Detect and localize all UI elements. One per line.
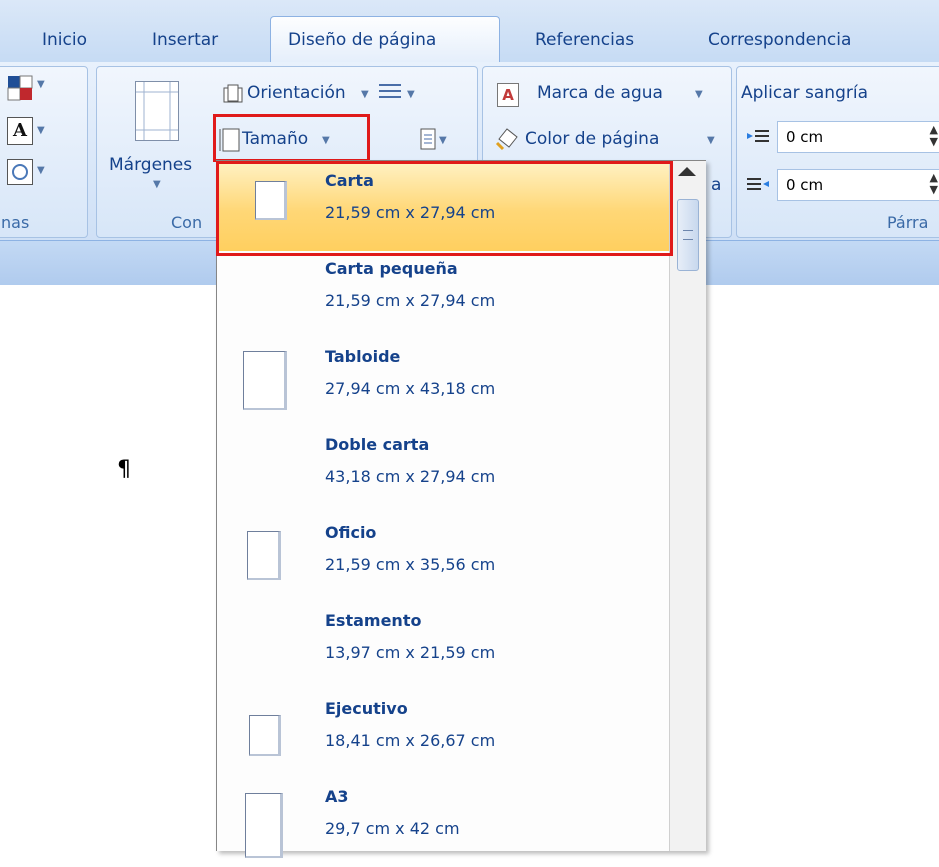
chevron-down-icon: ▼ [37,125,45,136]
size-option-dimensions: 13,97 cm x 21,59 cm [325,643,496,662]
group-label-configurar-pagina: Con [171,213,203,232]
size-option-dimensions: 29,7 cm x 42 cm [325,819,460,838]
tamano-highlight-box [213,114,370,162]
theme-fonts-icon[interactable]: A [7,117,33,145]
tab-diseno-de-pagina[interactable]: Diseño de página [288,30,436,50]
line-numbers-icon[interactable] [413,127,437,151]
page-color-button[interactable]: Color de página [525,129,659,149]
page-size-dropdown: Carta 21,59 cm x 27,94 cm Carta pequeña … [216,160,706,858]
group-label-parrafo: Párra [887,213,929,232]
page-icon [249,715,281,756]
carta-highlight-box [216,161,673,256]
tab-correspondencia[interactable]: Correspondencia [708,30,851,50]
orientation-icon [222,83,244,105]
page-color-icon [495,125,521,151]
chevron-down-icon: ▼ [407,89,415,100]
page-icon [243,351,287,410]
group-temas: ▼ A ▼ ▼ nas [0,66,88,238]
size-option-tabloide[interactable]: Tabloide 27,94 cm x 43,18 cm [217,339,669,427]
size-option-doble-carta[interactable]: Doble carta 43,18 cm x 27,94 cm [217,427,669,515]
grip-icon [683,230,693,240]
group-parrafo: Aplicar sangría 0 cm ▲ ▼ 0 cm ▲ ▼ Párra [736,66,939,238]
margins-icon[interactable] [135,81,179,141]
theme-effects-icon[interactable] [7,159,33,185]
size-option-oficio[interactable]: Oficio 21,59 cm x 35,56 cm [217,515,669,603]
spinner-arrows-icon[interactable]: ▲ ▼ [930,172,938,196]
chevron-down-icon: ▼ [37,79,45,90]
columns-icon[interactable] [377,81,403,105]
tab-insertar[interactable]: Insertar [152,30,218,50]
chevron-down-icon: ▼ [439,135,447,146]
size-option-dimensions: 43,18 cm x 27,94 cm [325,467,496,486]
paragraph-mark: ¶ [117,457,131,482]
tab-referencias[interactable]: Referencias [535,30,634,50]
size-option-a3[interactable]: A3 29,7 cm x 42 cm [217,779,669,867]
size-option-dimensions: 18,41 cm x 26,67 cm [325,731,496,750]
size-option-dimensions: 21,59 cm x 27,94 cm [325,291,496,310]
size-option-name: Tabloide [325,347,401,366]
spinner-arrows-icon[interactable]: ▲ ▼ [930,124,938,148]
indent-right-icon [747,177,769,195]
ribbon-tab-bar: Inicio Insertar Diseño de página Referen… [0,0,939,64]
group-label-temas: nas [1,213,30,232]
watermark-icon: A [497,83,519,107]
size-option-estamento[interactable]: Estamento 13,97 cm x 21,59 cm [217,603,669,691]
scroll-up-arrow-icon[interactable] [678,167,696,176]
size-option-name: Estamento [325,611,422,630]
chevron-down-icon: ▼ [361,89,369,100]
watermark-button[interactable]: Marca de agua [537,83,663,103]
page-icon [245,793,283,858]
size-option-name: A3 [325,787,349,806]
indent-right-field[interactable]: 0 cm ▲ ▼ [777,169,939,201]
size-option-dimensions: 27,94 cm x 43,18 cm [325,379,496,398]
chevron-down-icon: ▼ [695,89,703,100]
margins-button[interactable]: Márgenes [109,155,192,175]
page-icon [247,531,281,580]
size-option-name: Oficio [325,523,377,542]
theme-colors-icon[interactable] [7,75,35,103]
indent-left-field[interactable]: 0 cm ▲ ▼ [777,121,939,153]
tab-inicio[interactable]: Inicio [42,30,87,50]
orientation-button[interactable]: Orientación [247,83,346,103]
chevron-down-icon: ▼ [37,165,45,176]
indent-right-value: 0 cm [786,176,824,194]
size-option-name: Ejecutivo [325,699,408,718]
scrollbar-thumb[interactable] [677,199,699,271]
size-option-dimensions: 21,59 cm x 35,56 cm [325,555,496,574]
size-option-carta-pequena[interactable]: Carta pequeña 21,59 cm x 27,94 cm [217,251,669,339]
dropdown-scrollbar[interactable] [669,161,706,851]
size-option-ejecutivo[interactable]: Ejecutivo 18,41 cm x 26,67 cm [217,691,669,779]
indent-left-value: 0 cm [786,128,824,146]
chevron-down-icon: ▼ [707,135,715,146]
size-option-name: Doble carta [325,435,430,454]
indent-left-icon [747,129,769,147]
size-option-name: Carta pequeña [325,259,458,278]
page-borders-button[interactable]: a [711,175,721,195]
indent-title: Aplicar sangría [741,83,868,103]
chevron-down-icon: ▼ [153,179,161,190]
